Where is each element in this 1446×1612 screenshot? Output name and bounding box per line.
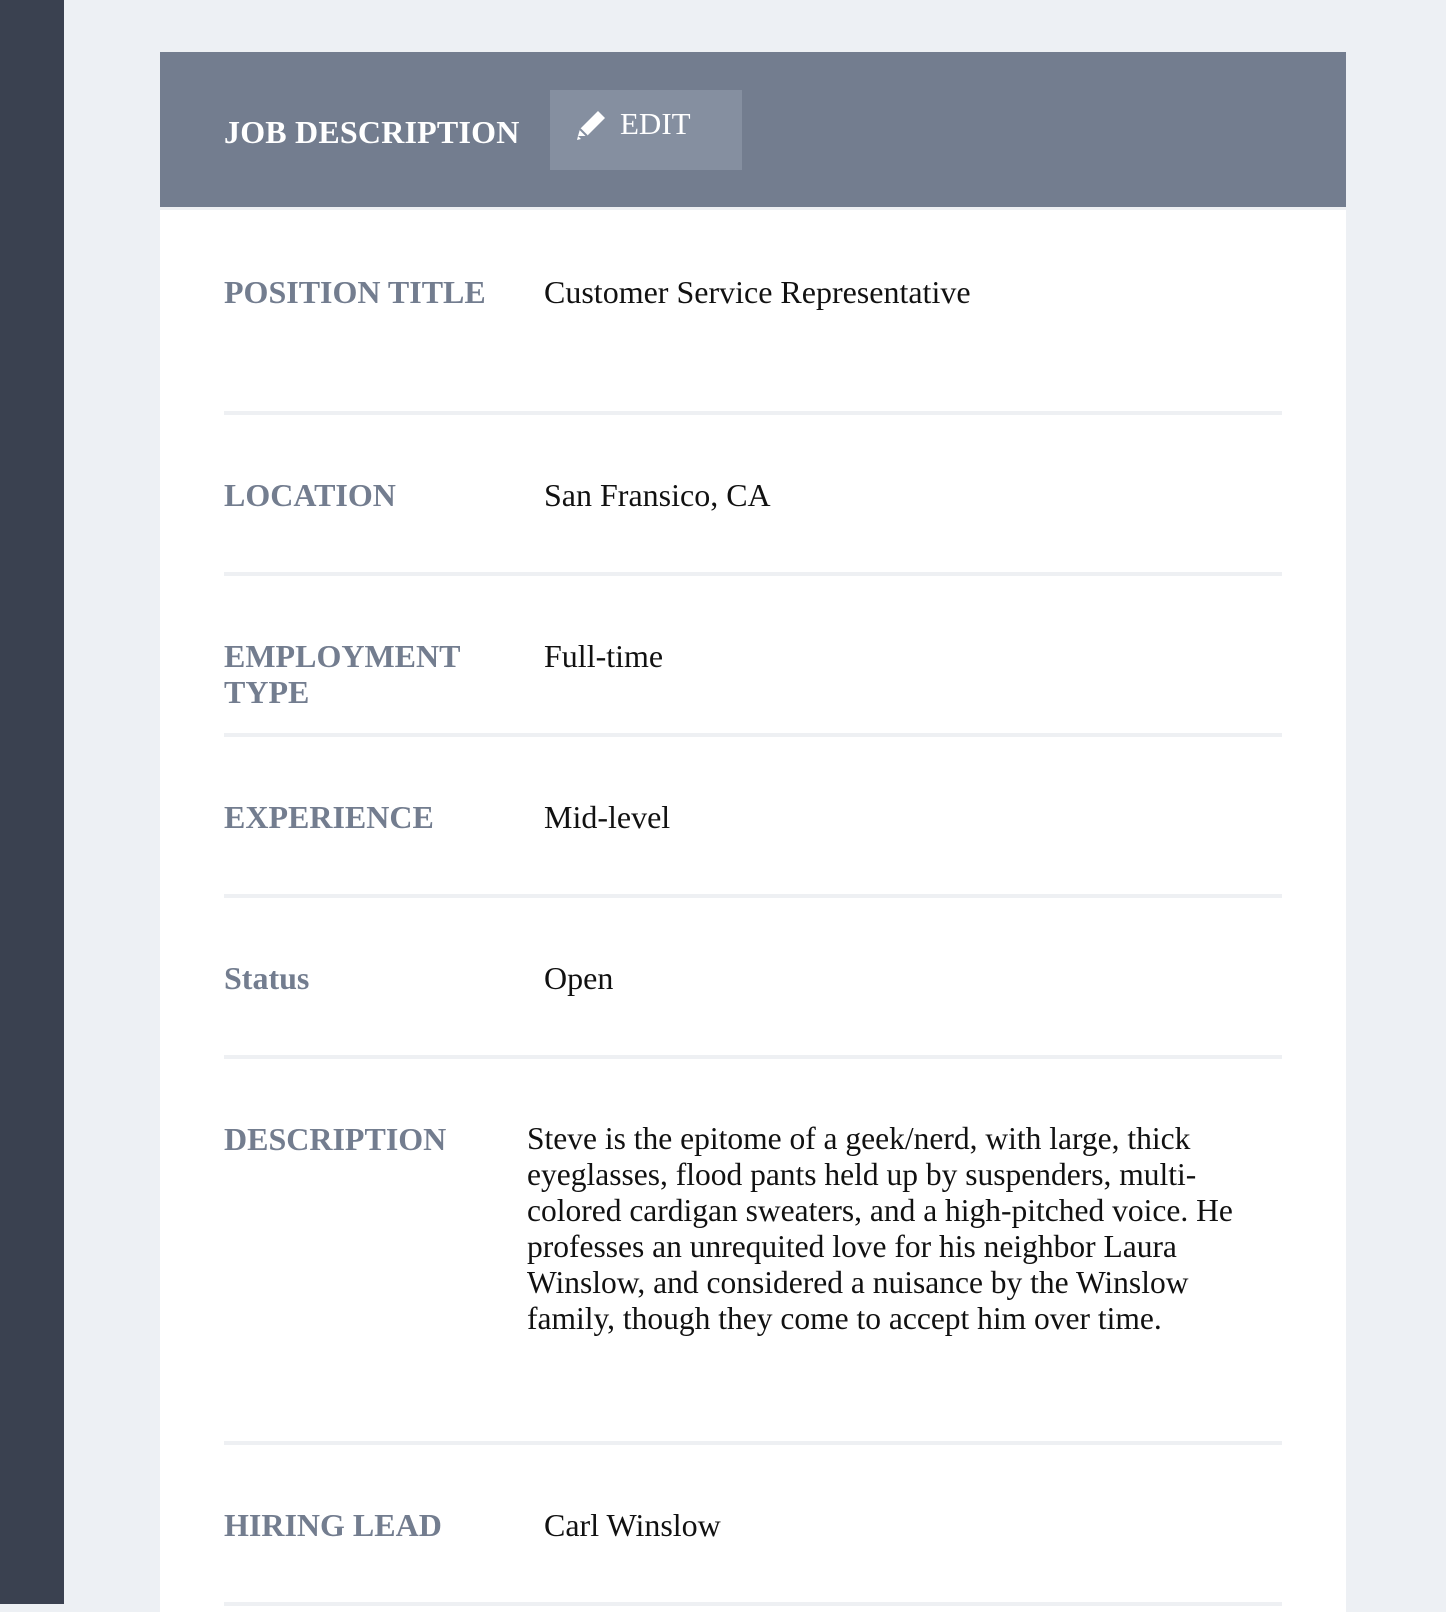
location-label: LOCATION: [224, 477, 396, 513]
experience-value: Mid-level: [544, 799, 671, 835]
employment-type-label: EMPLOYMENT TYPE: [224, 638, 460, 710]
hiring-lead-label: HIRING LEAD: [224, 1507, 442, 1543]
field-row-employment-type: EMPLOYMENT TYPE Full-time: [224, 576, 1282, 737]
edit-button[interactable]: EDIT: [550, 90, 742, 170]
experience-label: EXPERIENCE: [224, 799, 434, 835]
location-value: San Fransico, CA: [544, 477, 771, 513]
status-label: Status: [224, 960, 310, 996]
status-value: Open: [544, 960, 614, 996]
edit-button-label: EDIT: [620, 106, 691, 141]
sidebar: [0, 0, 64, 1604]
description-label: DESCRIPTION: [224, 1121, 447, 1157]
field-row-position-title: POSITION TITLE Customer Service Represen…: [224, 210, 1282, 415]
employment-type-value: Full-time: [544, 638, 664, 674]
field-row-experience: EXPERIENCE Mid-level: [224, 737, 1282, 898]
field-row-location: LOCATION San Fransico, CA: [224, 415, 1282, 576]
field-row-hiring-lead: HIRING LEAD Carl Winslow: [224, 1445, 1282, 1606]
field-row-status: Status Open: [224, 898, 1282, 1059]
hiring-lead-value: Carl Winslow: [544, 1507, 721, 1543]
card-header: JOB DESCRIPTION EDIT: [160, 52, 1346, 210]
job-description-card: JOB DESCRIPTION EDIT POSITION TITLE Cust…: [160, 52, 1346, 1612]
position-title-value: Customer Service Representative: [544, 274, 971, 310]
pencil-icon: [577, 111, 605, 140]
description-value: Steve is the epitome of a geek/nerd, wit…: [527, 1121, 1233, 1336]
field-row-description: DESCRIPTION Steve is the epitome of a ge…: [224, 1059, 1282, 1445]
page-gutter: [1414, 0, 1446, 1604]
card-title: JOB DESCRIPTION: [224, 114, 520, 150]
position-title-label: POSITION TITLE: [224, 274, 486, 310]
job-fields: POSITION TITLE Customer Service Represen…: [224, 210, 1282, 1606]
